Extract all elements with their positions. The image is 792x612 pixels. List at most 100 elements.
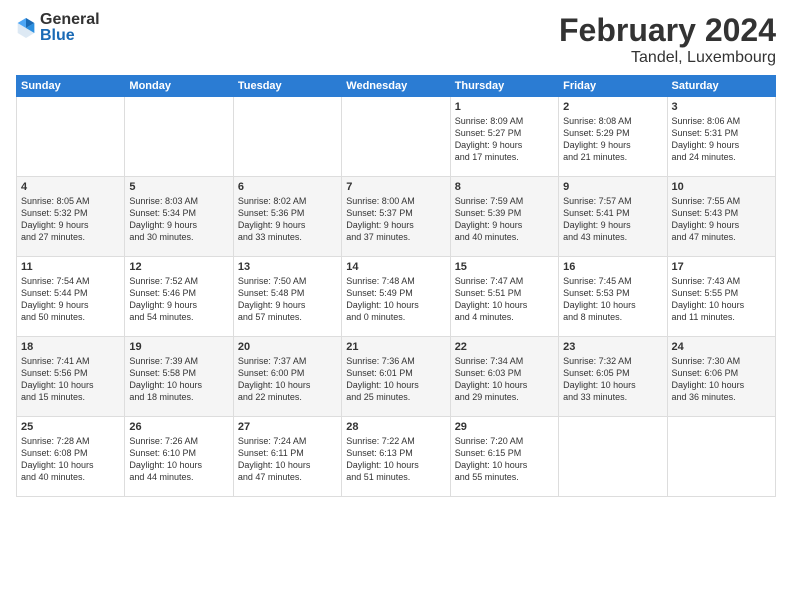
calendar-cell: 27 Sunrise: 7:24 AM Sunset: 6:11 PM Dayli… [233,417,341,497]
day-info: Sunrise: 7:22 AM Sunset: 6:13 PM Dayligh… [346,435,445,484]
calendar-cell: 5 Sunrise: 8:03 AM Sunset: 5:34 PM Daylig… [125,177,233,257]
day-number: 18 [21,341,120,353]
week-row-3: 18 Sunrise: 7:41 AM Sunset: 5:56 PM Dayli… [17,337,776,417]
calendar-cell: 28 Sunrise: 7:22 AM Sunset: 6:13 PM Dayli… [342,417,450,497]
day-number: 10 [672,181,771,193]
col-header-saturday: Saturday [667,76,775,97]
day-info: Sunrise: 7:37 AM Sunset: 6:00 PM Dayligh… [238,355,337,404]
day-info: Sunrise: 7:48 AM Sunset: 5:49 PM Dayligh… [346,275,445,324]
day-info: Sunrise: 7:47 AM Sunset: 5:51 PM Dayligh… [455,275,554,324]
day-number: 25 [21,421,120,433]
day-number: 28 [346,421,445,433]
calendar-cell: 10 Sunrise: 7:55 AM Sunset: 5:43 PM Dayli… [667,177,775,257]
day-number: 20 [238,341,337,353]
day-info: Sunrise: 7:41 AM Sunset: 5:56 PM Dayligh… [21,355,120,404]
calendar-cell [17,97,125,177]
calendar-cell: 23 Sunrise: 7:32 AM Sunset: 6:05 PM Dayli… [559,337,667,417]
day-info: Sunrise: 7:26 AM Sunset: 6:10 PM Dayligh… [129,435,228,484]
day-info: Sunrise: 7:28 AM Sunset: 6:08 PM Dayligh… [21,435,120,484]
calendar-cell [233,97,341,177]
day-number: 17 [672,261,771,273]
day-info: Sunrise: 7:39 AM Sunset: 5:58 PM Dayligh… [129,355,228,404]
day-number: 26 [129,421,228,433]
week-row-2: 11 Sunrise: 7:54 AM Sunset: 5:44 PM Dayli… [17,257,776,337]
calendar-table: SundayMondayTuesdayWednesdayThursdayFrid… [16,75,776,497]
header-row: SundayMondayTuesdayWednesdayThursdayFrid… [17,76,776,97]
day-number: 9 [563,181,662,193]
day-number: 8 [455,181,554,193]
day-info: Sunrise: 8:00 AM Sunset: 5:37 PM Dayligh… [346,195,445,244]
page: General Blue February 2024 Tandel, Luxem… [0,0,792,612]
day-info: Sunrise: 7:55 AM Sunset: 5:43 PM Dayligh… [672,195,771,244]
day-info: Sunrise: 7:50 AM Sunset: 5:48 PM Dayligh… [238,275,337,324]
col-header-tuesday: Tuesday [233,76,341,97]
calendar-cell [125,97,233,177]
day-info: Sunrise: 8:02 AM Sunset: 5:36 PM Dayligh… [238,195,337,244]
day-info: Sunrise: 8:09 AM Sunset: 5:27 PM Dayligh… [455,115,554,164]
week-row-4: 25 Sunrise: 7:28 AM Sunset: 6:08 PM Dayli… [17,417,776,497]
calendar-cell: 4 Sunrise: 8:05 AM Sunset: 5:32 PM Daylig… [17,177,125,257]
calendar-cell: 9 Sunrise: 7:57 AM Sunset: 5:41 PM Daylig… [559,177,667,257]
calendar-cell: 8Sunrise: 7:59 AM Sunset: 5:39 PM Daylig… [450,177,558,257]
day-info: Sunrise: 7:30 AM Sunset: 6:06 PM Dayligh… [672,355,771,404]
calendar-cell: 19 Sunrise: 7:39 AM Sunset: 5:58 PM Dayli… [125,337,233,417]
logo-text: General Blue [40,12,100,44]
day-info: Sunrise: 7:57 AM Sunset: 5:41 PM Dayligh… [563,195,662,244]
calendar-cell: 18 Sunrise: 7:41 AM Sunset: 5:56 PM Dayli… [17,337,125,417]
col-header-thursday: Thursday [450,76,558,97]
day-number: 13 [238,261,337,273]
calendar-cell: 21 Sunrise: 7:36 AM Sunset: 6:01 PM Dayli… [342,337,450,417]
calendar-cell: 3 Sunrise: 8:06 AM Sunset: 5:31 PM Daylig… [667,97,775,177]
subtitle: Tandel, Luxembourg [559,49,776,67]
day-info: Sunrise: 7:24 AM Sunset: 6:11 PM Dayligh… [238,435,337,484]
week-row-1: 4 Sunrise: 8:05 AM Sunset: 5:32 PM Daylig… [17,177,776,257]
day-info: Sunrise: 7:54 AM Sunset: 5:44 PM Dayligh… [21,275,120,324]
calendar-cell: 7 Sunrise: 8:00 AM Sunset: 5:37 PM Daylig… [342,177,450,257]
calendar-cell: 12Sunrise: 7:52 AM Sunset: 5:46 PM Dayli… [125,257,233,337]
day-number: 27 [238,421,337,433]
calendar-cell: 1 Sunrise: 8:09 AM Sunset: 5:27 PM Daylig… [450,97,558,177]
calendar-cell: 13 Sunrise: 7:50 AM Sunset: 5:48 PM Dayli… [233,257,341,337]
day-info: Sunrise: 7:36 AM Sunset: 6:01 PM Dayligh… [346,355,445,404]
day-number: 15 [455,261,554,273]
day-number: 5 [129,181,228,193]
calendar-cell: 24Sunrise: 7:30 AM Sunset: 6:06 PM Dayli… [667,337,775,417]
day-info: Sunrise: 7:52 AM Sunset: 5:46 PM Dayligh… [129,275,228,324]
calendar-cell: 26 Sunrise: 7:26 AM Sunset: 6:10 PM Dayli… [125,417,233,497]
calendar-cell: 25 Sunrise: 7:28 AM Sunset: 6:08 PM Dayli… [17,417,125,497]
day-number: 6 [238,181,337,193]
calendar-cell: 14Sunrise: 7:48 AM Sunset: 5:49 PM Dayli… [342,257,450,337]
logo-general-text: General [40,12,100,28]
calendar-cell: 6 Sunrise: 8:02 AM Sunset: 5:36 PM Daylig… [233,177,341,257]
calendar-cell: 2Sunrise: 8:08 AM Sunset: 5:29 PM Daylig… [559,97,667,177]
day-number: 11 [21,261,120,273]
calendar-cell: 17Sunrise: 7:43 AM Sunset: 5:55 PM Dayli… [667,257,775,337]
calendar-cell [667,417,775,497]
day-info: Sunrise: 7:34 AM Sunset: 6:03 PM Dayligh… [455,355,554,404]
logo-icon [16,16,36,40]
day-info: Sunrise: 8:08 AM Sunset: 5:29 PM Dayligh… [563,115,662,164]
week-row-0: 1 Sunrise: 8:09 AM Sunset: 5:27 PM Daylig… [17,97,776,177]
header: General Blue February 2024 Tandel, Luxem… [16,12,776,67]
day-number: 16 [563,261,662,273]
day-info: Sunrise: 7:32 AM Sunset: 6:05 PM Dayligh… [563,355,662,404]
day-info: Sunrise: 8:03 AM Sunset: 5:34 PM Dayligh… [129,195,228,244]
day-number: 1 [455,101,554,113]
logo: General Blue [16,12,100,44]
day-info: Sunrise: 8:05 AM Sunset: 5:32 PM Dayligh… [21,195,120,244]
calendar-cell: 29Sunrise: 7:20 AM Sunset: 6:15 PM Dayli… [450,417,558,497]
calendar-cell: 22 Sunrise: 7:34 AM Sunset: 6:03 PM Dayli… [450,337,558,417]
day-number: 7 [346,181,445,193]
day-number: 23 [563,341,662,353]
day-number: 21 [346,341,445,353]
main-title: February 2024 [559,12,776,49]
day-info: Sunrise: 8:06 AM Sunset: 5:31 PM Dayligh… [672,115,771,164]
title-block: February 2024 Tandel, Luxembourg [559,12,776,67]
day-number: 19 [129,341,228,353]
day-number: 4 [21,181,120,193]
day-info: Sunrise: 7:45 AM Sunset: 5:53 PM Dayligh… [563,275,662,324]
day-number: 3 [672,101,771,113]
calendar-cell [559,417,667,497]
day-number: 22 [455,341,554,353]
calendar-cell: 11 Sunrise: 7:54 AM Sunset: 5:44 PM Dayli… [17,257,125,337]
